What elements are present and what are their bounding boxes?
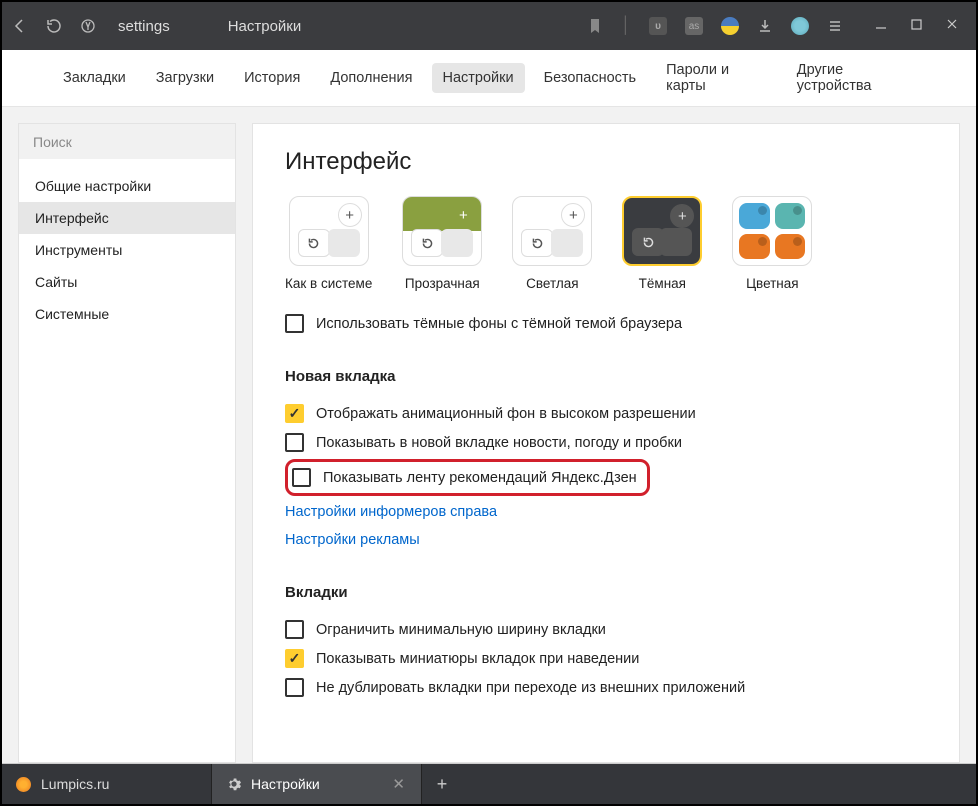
theme-label: Цветная xyxy=(746,276,799,291)
menu-icon[interactable] xyxy=(827,18,843,34)
minimize-button[interactable] xyxy=(875,17,887,35)
option-label: Отображать анимационный фон в высоком ра… xyxy=(316,406,696,422)
option-news-weather[interactable]: Показывать в новой вкладке новости, пого… xyxy=(285,428,927,457)
section-heading: Интерфейс xyxy=(285,148,927,176)
subsection-new-tab: Новая вкладка xyxy=(285,368,927,385)
topnav-devices[interactable]: Другие устройства xyxy=(786,55,926,101)
subsection-tabs: Вкладки xyxy=(285,584,927,601)
tab-close-button[interactable]: ✕ xyxy=(390,775,407,793)
browser-tab-settings[interactable]: Настройки ✕ xyxy=(212,764,422,804)
option-no-duplicate-tabs[interactable]: Не дублировать вкладки при переходе из в… xyxy=(285,673,927,702)
settings-top-nav: Закладки Загрузки История Дополнения Нас… xyxy=(2,50,976,106)
sidebar-item-system[interactable]: Системные xyxy=(19,298,235,330)
sidebar-item-sites[interactable]: Сайты xyxy=(19,266,235,298)
reload-icon xyxy=(411,229,443,257)
option-label: Использовать тёмные фоны с тёмной темой … xyxy=(316,316,682,332)
reload-icon xyxy=(298,229,330,257)
settings-content: Интерфейс + Как в системе + Прозрачная +… xyxy=(252,123,960,763)
option-label: Не дублировать вкладки при переходе из в… xyxy=(316,680,745,696)
checkbox[interactable] xyxy=(285,678,304,697)
ublock-extension-icon[interactable]: υ xyxy=(649,17,667,35)
plus-icon: + xyxy=(670,204,694,228)
page-title: Настройки xyxy=(228,18,302,35)
theme-label: Тёмная xyxy=(639,276,686,291)
topnav-downloads[interactable]: Загрузки xyxy=(145,63,225,93)
topnav-settings[interactable]: Настройки xyxy=(432,63,525,93)
browser-tab-bar: Lumpics.ru Настройки ✕ + xyxy=(2,764,976,804)
tab-title: Lumpics.ru xyxy=(41,776,109,792)
back-icon[interactable] xyxy=(12,18,28,34)
link-ads[interactable]: Настройки рекламы xyxy=(285,526,927,554)
reload-icon xyxy=(521,229,553,257)
highlighted-option: Показывать ленту рекомендаций Яндекс.Дзе… xyxy=(285,459,650,496)
sidebar-item-general[interactable]: Общие настройки xyxy=(19,170,235,202)
theme-color[interactable]: Цветная xyxy=(732,196,812,291)
option-label: Показывать миниатюры вкладок при наведен… xyxy=(316,651,639,667)
reload-icon[interactable] xyxy=(46,18,62,34)
theme-transparent[interactable]: + Прозрачная xyxy=(402,196,482,291)
topnav-history[interactable]: История xyxy=(233,63,311,93)
theme-dark[interactable]: + Тёмная xyxy=(622,196,702,291)
theme-light[interactable]: + Светлая xyxy=(512,196,592,291)
checkbox[interactable] xyxy=(285,314,304,333)
sidebar-item-interface[interactable]: Интерфейс xyxy=(19,202,235,234)
new-tab-button[interactable]: + xyxy=(422,764,462,804)
theme-label: Прозрачная xyxy=(405,276,480,291)
option-zen-feed[interactable]: Показывать ленту рекомендаций Яндекс.Дзе… xyxy=(292,466,637,489)
checkbox[interactable] xyxy=(285,404,304,423)
theme-selector: + Как в системе + Прозрачная + Светлая +… xyxy=(285,196,927,291)
option-label: Показывать в новой вкладке новости, пого… xyxy=(316,435,682,451)
option-dark-backgrounds[interactable]: Использовать тёмные фоны с тёмной темой … xyxy=(285,309,927,338)
site-favicon-icon xyxy=(16,777,31,792)
search-input[interactable]: Поиск xyxy=(19,124,235,160)
download-icon[interactable] xyxy=(757,18,773,34)
checkbox[interactable] xyxy=(292,468,311,487)
lastfm-extension-icon[interactable]: as xyxy=(685,17,703,35)
theme-label: Как в системе xyxy=(285,276,372,291)
bookmark-icon[interactable] xyxy=(587,18,603,34)
checkbox[interactable] xyxy=(285,433,304,452)
topnav-passwords[interactable]: Пароли и карты xyxy=(655,55,778,101)
browser-tab-lumpics[interactable]: Lumpics.ru xyxy=(2,764,212,804)
settings-sidebar: Поиск Общие настройки Интерфейс Инструме… xyxy=(18,123,236,763)
option-tab-thumbnails[interactable]: Показывать миниатюры вкладок при наведен… xyxy=(285,644,927,673)
checkbox[interactable] xyxy=(285,649,304,668)
option-label: Ограничить минимальную ширину вкладки xyxy=(316,622,606,638)
sidebar-item-tools[interactable]: Инструменты xyxy=(19,234,235,266)
yandex-logo-icon[interactable] xyxy=(80,18,96,34)
close-button[interactable] xyxy=(946,17,958,35)
address-bar-text[interactable]: settings xyxy=(118,18,170,35)
profile-avatar-icon[interactable] xyxy=(791,17,809,35)
main-layout: Поиск Общие настройки Интерфейс Инструме… xyxy=(2,106,976,764)
gear-icon xyxy=(226,777,241,792)
topnav-security[interactable]: Безопасность xyxy=(533,63,648,93)
plus-icon: + xyxy=(561,203,585,227)
option-min-tab-width[interactable]: Ограничить минимальную ширину вкладки xyxy=(285,615,927,644)
topnav-addons[interactable]: Дополнения xyxy=(319,63,423,93)
maximize-button[interactable] xyxy=(911,17,922,35)
checkbox[interactable] xyxy=(285,620,304,639)
option-label: Показывать ленту рекомендаций Яндекс.Дзе… xyxy=(323,470,637,486)
tab-title: Настройки xyxy=(251,776,320,792)
theme-system[interactable]: + Как в системе xyxy=(285,196,372,291)
theme-label: Светлая xyxy=(526,276,578,291)
link-informers[interactable]: Настройки информеров справа xyxy=(285,498,927,526)
separator-icon: │ xyxy=(621,17,631,35)
topnav-bookmarks[interactable]: Закладки xyxy=(52,63,137,93)
flag-extension-icon[interactable] xyxy=(721,17,739,35)
browser-toolbar: settings Настройки │ υ as xyxy=(2,2,976,50)
plus-icon: + xyxy=(338,203,362,227)
option-animation-bg[interactable]: Отображать анимационный фон в высоком ра… xyxy=(285,399,927,428)
